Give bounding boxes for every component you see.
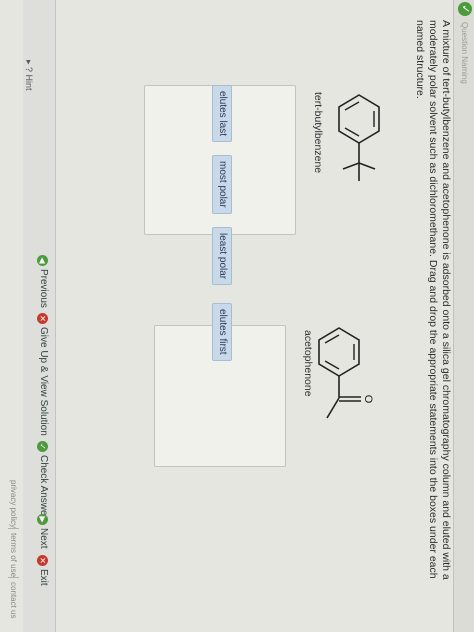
arrow-left-icon: ◀ <box>37 255 48 266</box>
stage: ✓ Question Naming A mixture of tert-buty… <box>0 0 474 632</box>
hint-toggle-icon: ▸ ? <box>24 60 34 73</box>
previous-button[interactable]: ◀ Previous <box>37 255 49 308</box>
footer-link-contact[interactable]: contact us <box>9 582 18 618</box>
acetophenone-structure: O <box>318 327 374 419</box>
chip-elutes-first[interactable]: elutes first <box>212 303 232 361</box>
give-up-button[interactable]: ✕ Give Up & View Solution <box>37 313 49 436</box>
exit-icon: ✕ <box>37 555 48 566</box>
footer-link-privacy[interactable]: privacy policy <box>9 480 18 528</box>
exit-button[interactable]: ✕ Exit <box>37 555 49 586</box>
exit-label: Exit <box>38 569 49 586</box>
footer-link-terms[interactable]: terms of use <box>9 533 18 577</box>
arrow-right-icon: ▶ <box>37 514 48 525</box>
check-icon: ✓ <box>458 2 472 16</box>
footer-divider <box>8 577 19 578</box>
hint-link[interactable]: ▸ ? Hint <box>23 60 34 91</box>
question-text: A mixture of tert-butylbenzene and aceto… <box>414 20 452 580</box>
structure-name-tert-butylbenzene: tert-butylbenzene <box>312 92 324 174</box>
check-icon: ✓ <box>37 441 48 452</box>
check-answer-button[interactable]: ✓ Check Answer <box>37 441 49 519</box>
check-answer-label: Check Answer <box>38 455 49 519</box>
give-up-label: Give Up & View Solution <box>38 327 49 436</box>
chip-least-polar[interactable]: least polar <box>212 227 232 286</box>
next-label: Next <box>38 528 49 549</box>
question-title: Question Naming <box>460 22 469 84</box>
footer-divider <box>8 528 19 529</box>
svg-text:O: O <box>362 395 374 404</box>
tert-butylbenzene-structure <box>338 94 380 181</box>
top-bar: ✓ Question Naming <box>453 0 474 632</box>
structure-name-acetophenone: acetophenone <box>302 330 314 397</box>
next-button[interactable]: ▶ Next <box>37 514 49 549</box>
chip-most-polar[interactable]: most polar <box>212 155 232 214</box>
previous-label: Previous <box>38 269 49 308</box>
hint-label: Hint <box>24 74 34 91</box>
chip-elutes-last[interactable]: elutes last <box>212 85 232 143</box>
close-icon: ✕ <box>37 313 48 324</box>
